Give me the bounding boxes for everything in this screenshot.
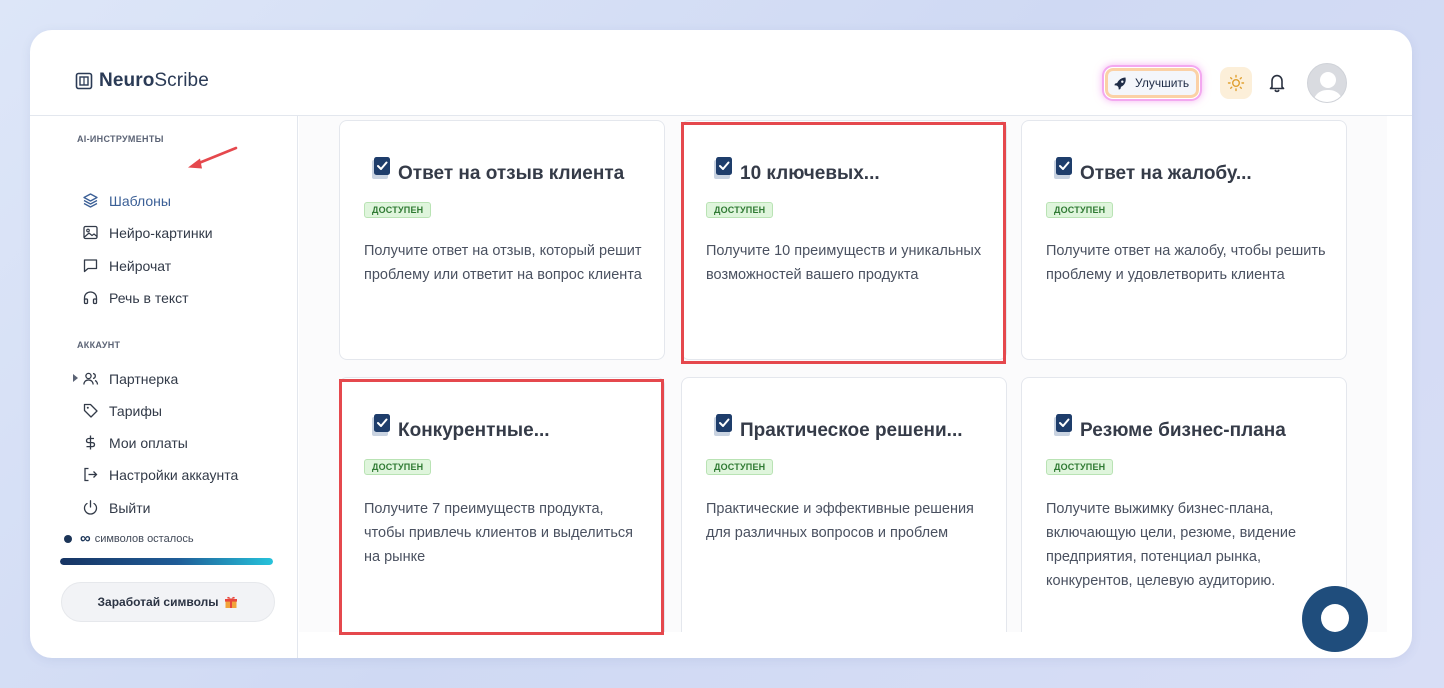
sidebar-item-logout[interactable]: Выйти xyxy=(82,499,150,516)
bell-icon[interactable] xyxy=(1267,72,1287,94)
card-description: Получите ответ на отзыв, который решит п… xyxy=(364,243,642,283)
sidebar-item-label: Нейро-картинки xyxy=(109,224,213,241)
section-label-account: АККАУНТ xyxy=(77,340,121,350)
card-description: Практические и эффективные решения для р… xyxy=(706,501,974,541)
symbols-count: ∞ xyxy=(80,530,91,547)
theme-toggle-button[interactable] xyxy=(1220,67,1252,99)
headphones-icon xyxy=(83,291,98,305)
card-title: Ответ на отзыв клиента xyxy=(398,163,625,184)
checklist-icon xyxy=(372,157,390,179)
users-icon xyxy=(83,372,99,385)
gift-icon xyxy=(225,596,238,608)
sidebar-item-label: Настройки аккаунта xyxy=(109,466,239,483)
card-description: Получите ответ на жалобу, чтобы решить п… xyxy=(1046,243,1326,283)
sidebar-item-label: Тарифы xyxy=(109,402,162,419)
symbols-progress-fill xyxy=(60,558,273,565)
template-card[interactable]: Конкурентные... ДОСТУПЕН Получите 7 преи… xyxy=(339,377,665,632)
status-dot xyxy=(64,534,72,543)
rocket-icon xyxy=(1114,77,1126,90)
template-card[interactable]: Практическое решени... ДОСТУПЕН Практиче… xyxy=(681,377,1007,632)
status-badge: ДОСТУПЕН xyxy=(706,202,774,218)
chat-support-button[interactable] xyxy=(1302,586,1368,652)
template-card[interactable]: Резюме бизнес-плана ДОСТУПЕН Получите вы… xyxy=(1021,377,1347,632)
upgrade-button[interactable]: Улучшить xyxy=(1104,67,1201,99)
card-title: Резюме бизнес-плана xyxy=(1080,420,1286,441)
top-header: NeuroScribe Улучшить xyxy=(30,30,1412,116)
avatar-placeholder-icon xyxy=(1313,72,1343,102)
sun-icon xyxy=(1227,74,1245,92)
dollar-icon xyxy=(85,435,96,450)
image-icon xyxy=(83,225,98,240)
template-card[interactable]: Ответ на отзыв клиента ДОСТУПЕН Получите… xyxy=(339,120,665,360)
earn-symbols-label: Заработай символы xyxy=(97,595,219,609)
symbols-progress-bar xyxy=(60,558,273,565)
sidebar-item-label: Партнерка xyxy=(109,370,179,387)
checklist-icon xyxy=(714,157,732,179)
template-card[interactable]: 10 ключевых... ДОСТУПЕН Получите 10 преи… xyxy=(681,120,1007,360)
logo-icon xyxy=(75,72,93,90)
status-badge: ДОСТУПЕН xyxy=(1046,459,1114,475)
card-title: 10 ключевых... xyxy=(740,163,880,184)
sidebar-item-label: Шаблоны xyxy=(109,192,171,209)
app-name: NeuroScribe xyxy=(99,70,209,91)
upgrade-label: Улучшить xyxy=(1135,76,1190,90)
sidebar-item-label: Нейрочат xyxy=(109,257,172,274)
status-badge: ДОСТУПЕН xyxy=(364,202,432,218)
sidebar-item-label: Речь в текст xyxy=(109,289,189,306)
power-icon xyxy=(83,500,98,515)
chat-icon xyxy=(83,259,98,273)
status-badge: ДОСТУПЕН xyxy=(706,459,774,475)
sidebar-item-neurochat[interactable]: Нейрочат xyxy=(82,257,171,274)
checklist-icon xyxy=(1054,157,1072,179)
sidebar-item-tariffs[interactable]: Тарифы xyxy=(82,402,162,419)
templates-grid: Ответ на отзыв клиента ДОСТУПЕН Получите… xyxy=(299,116,1387,632)
user-avatar[interactable] xyxy=(1307,63,1347,103)
red-arrow-icon xyxy=(188,146,238,169)
card-description: Получите 10 преимуществ и уникальных воз… xyxy=(706,243,982,283)
symbols-remaining: ∞ символов осталось xyxy=(64,530,194,547)
card-title: Конкурентные... xyxy=(398,420,550,441)
app-window: NeuroScribe Улучшить AI-ИНСТРУМЕНТЫ Шабл… xyxy=(30,30,1412,658)
section-label-tools: AI-ИНСТРУМЕНТЫ xyxy=(77,134,164,144)
checklist-icon xyxy=(372,414,390,436)
earn-symbols-button[interactable]: Заработай символы xyxy=(61,582,275,622)
app-logo[interactable]: NeuroScribe xyxy=(75,70,209,92)
sidebar-item-templates[interactable]: Шаблоны xyxy=(82,192,171,209)
symbols-label: символов осталось xyxy=(94,532,194,545)
sidebar-item-speech-to-text[interactable]: Речь в текст xyxy=(82,289,189,306)
template-card[interactable]: Ответ на жалобу... ДОСТУПЕН Получите отв… xyxy=(1021,120,1347,360)
tag-icon xyxy=(83,403,98,418)
sidebar-item-my-payments[interactable]: Мои оплаты xyxy=(82,434,188,451)
checklist-icon xyxy=(714,414,732,436)
layers-icon xyxy=(83,193,98,208)
sidebar-item-account-settings[interactable]: Настройки аккаунта xyxy=(82,466,238,483)
checklist-icon xyxy=(1054,414,1072,436)
status-badge: ДОСТУПЕН xyxy=(364,459,432,475)
card-title: Практическое решени... xyxy=(740,420,963,441)
sidebar-item-label: Выйти xyxy=(109,499,151,516)
logout-arrow-icon xyxy=(84,467,98,482)
sidebar-item-neuro-images[interactable]: Нейро-картинки xyxy=(82,224,213,241)
sidebar: AI-ИНСТРУМЕНТЫ Шаблоны Нейро-картинки Не… xyxy=(30,116,298,658)
expand-caret-icon[interactable] xyxy=(73,374,78,382)
sidebar-item-label: Мои оплаты xyxy=(109,434,188,451)
status-badge: ДОСТУПЕН xyxy=(1046,202,1114,218)
sidebar-item-partners[interactable]: Партнерка xyxy=(73,370,179,387)
card-description: Получите 7 преимуществ продукта, чтобы п… xyxy=(364,501,633,565)
card-description: Получите выжимку бизнес-плана, включающу… xyxy=(1046,501,1297,589)
chat-bubble-icon xyxy=(1321,604,1349,632)
card-title: Ответ на жалобу... xyxy=(1080,163,1252,184)
